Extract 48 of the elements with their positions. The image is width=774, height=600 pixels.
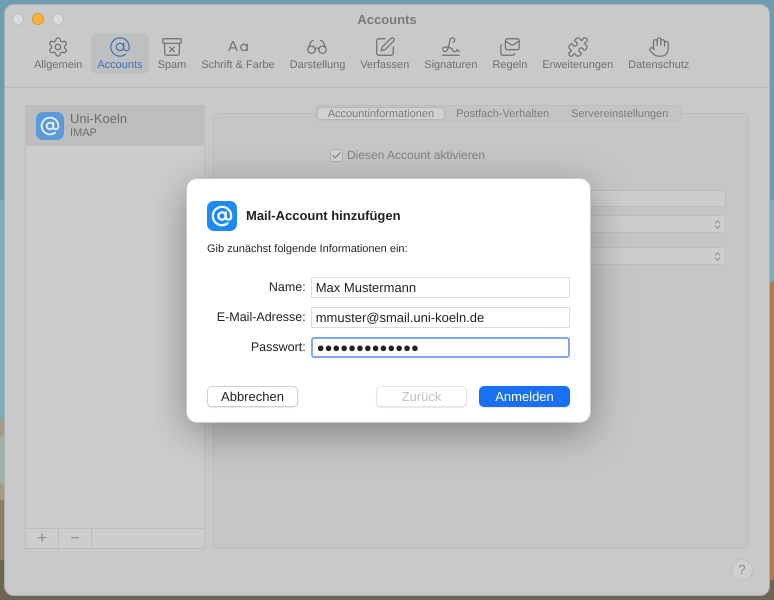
field-label: Passwort: — [250, 338, 306, 356]
toolbar-tab[interactable]: Erweiterungen — [536, 33, 620, 74]
toolbar-tab[interactable]: Signaturen — [418, 33, 484, 74]
enable-checkbox[interactable] — [330, 148, 343, 162]
toolbar-tab[interactable]: Spam — [152, 33, 192, 74]
minimize-window-icon[interactable] — [32, 13, 44, 25]
settings-icon — [47, 36, 70, 58]
tab[interactable]: Accountinformationen — [316, 107, 446, 120]
signature-icon — [440, 36, 462, 58]
pen-square-icon — [374, 36, 396, 58]
dialog-button[interactable]: Abbrechen — [207, 386, 298, 406]
remove-button[interactable]: − — [59, 529, 92, 548]
at-sign-icon — [36, 112, 64, 140]
input-field[interactable]: mmuster@smail.uni-koeln.de — [310, 306, 570, 328]
close-window-icon[interactable] — [12, 13, 24, 25]
field-label: E-Mail-Adresse: — [216, 308, 306, 326]
dialog-instructions: Gib zunächst folgende Informationen ein: — [207, 242, 409, 257]
dialog-button[interactable]: Zurück — [376, 386, 467, 406]
checkbox-label: Diesen Account aktivieren — [347, 147, 486, 164]
dialog-title: Mail-Account hinzufügen — [246, 207, 401, 226]
toolbar-tab[interactable]: Regeln — [486, 33, 534, 74]
add-button[interactable]: + — [26, 529, 59, 548]
input-field[interactable]: Max Mustermann — [310, 276, 570, 298]
input-field[interactable]: ●●●●●●●●●●●●● — [310, 336, 570, 358]
toolbar-tab[interactable]: Schrift & Farbe — [195, 33, 281, 74]
tab[interactable]: Servereinstellungen — [560, 107, 680, 120]
toolbar-tab[interactable]: Accounts — [91, 33, 149, 74]
window-title: Accounts — [357, 11, 417, 30]
tab[interactable]: Postfach-Verhalten — [445, 107, 560, 120]
envelope-icon — [498, 36, 521, 58]
at-sign-icon — [108, 36, 131, 58]
toolbar-tab[interactable]: Allgemein — [28, 33, 88, 74]
account-name: Uni-Koeln — [70, 112, 128, 126]
hand-icon — [648, 36, 670, 58]
chevrons-icon — [712, 250, 723, 262]
chevrons-icon — [712, 218, 723, 230]
toolbar-tab[interactable]: Darstellung — [284, 33, 352, 74]
puzzle-icon — [566, 36, 589, 58]
toolbar-tab[interactable]: Datenschutz — [622, 33, 696, 74]
help-button[interactable]: ? — [731, 559, 753, 581]
zoom-window-icon[interactable] — [52, 13, 64, 25]
account-type: IMAP — [70, 126, 98, 140]
account-row[interactable]: Uni-Koeln IMAP — [26, 106, 204, 146]
toolbar-tab[interactable]: Verfassen — [354, 33, 416, 74]
field-label: Name: — [268, 278, 306, 296]
at-sign-icon — [207, 201, 237, 231]
trash-box-icon — [160, 36, 183, 58]
dialog-button[interactable]: Anmelden — [479, 386, 570, 406]
